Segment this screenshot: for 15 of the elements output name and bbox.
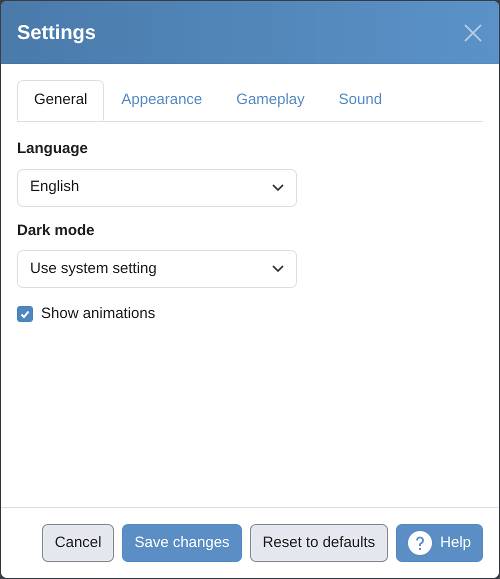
field-label: Language — [17, 139, 89, 159]
chevron-down-icon — [272, 184, 284, 192]
close-icon[interactable] — [463, 22, 483, 42]
dialog-title: Settings — [17, 20, 96, 46]
chevron-down-icon — [272, 265, 284, 273]
question-icon — [408, 531, 432, 555]
tab[interactable]: General — [17, 80, 104, 121]
dropdown[interactable]: English — [17, 168, 297, 206]
field-label: Dark mode — [17, 220, 96, 240]
check-icon — [19, 308, 31, 320]
footer-button[interactable]: Reset to defaults — [250, 524, 388, 562]
footer-button[interactable]: Cancel — [42, 524, 114, 562]
dropdown[interactable]: Use system setting — [17, 250, 297, 288]
checkbox[interactable] — [17, 306, 33, 322]
checkbox-label: Show animations — [41, 304, 156, 324]
